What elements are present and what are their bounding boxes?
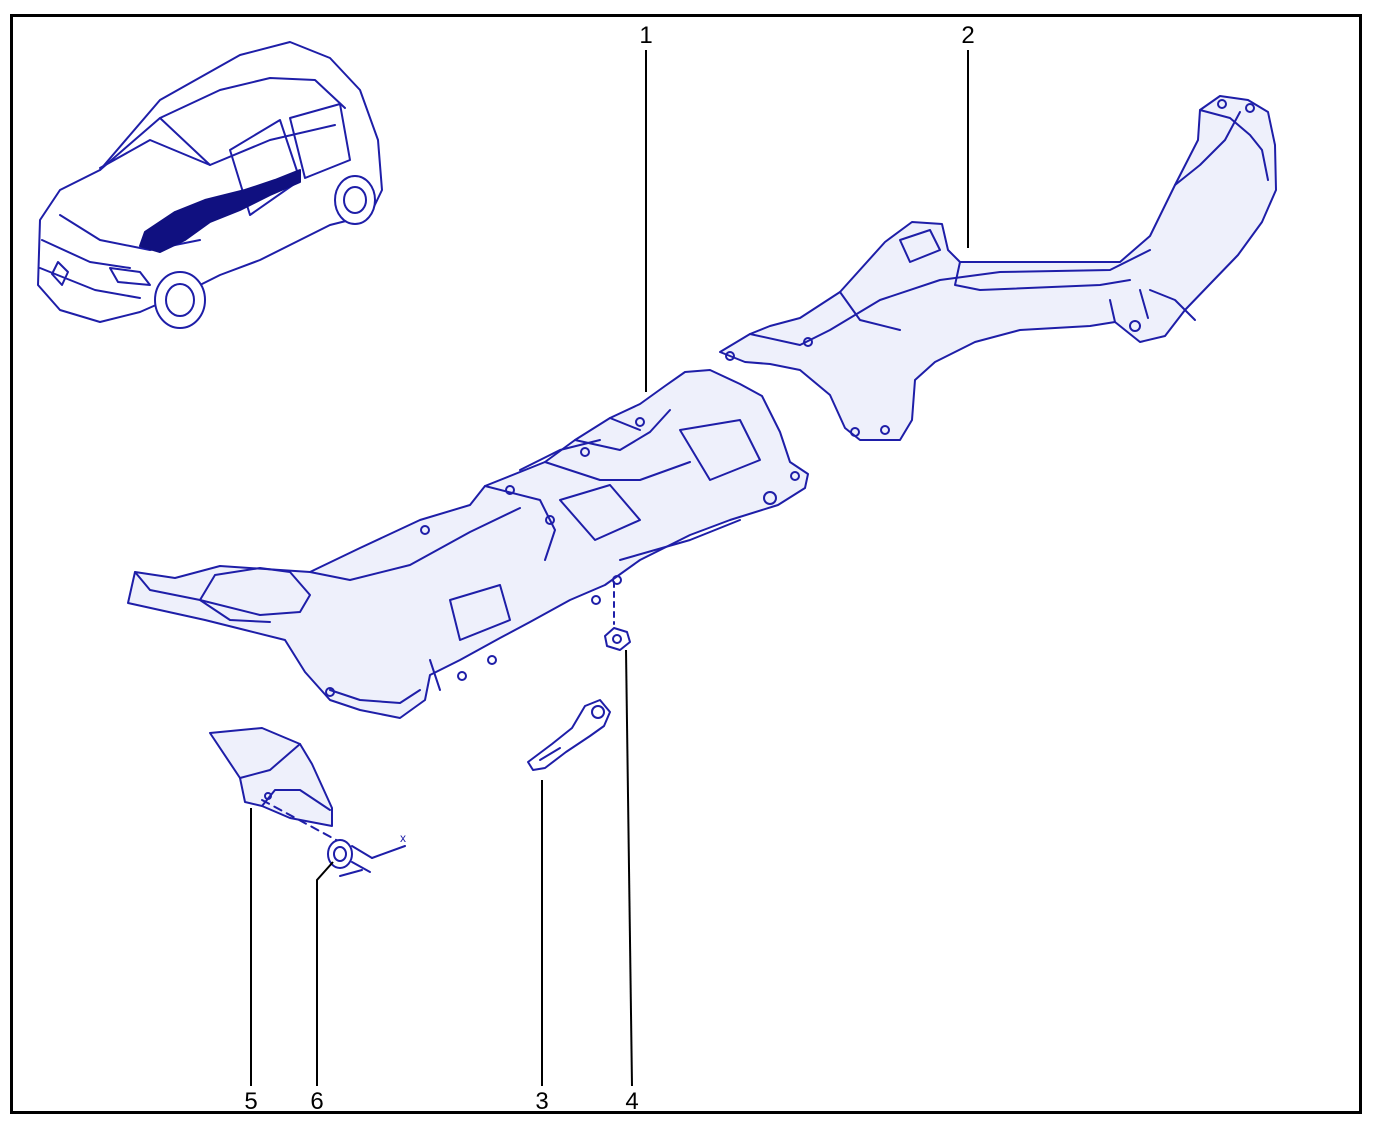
leader-line-4	[625, 649, 633, 1087]
callout-2: 2	[961, 22, 975, 49]
vehicle-location-thumbnail	[37, 41, 383, 329]
callout-1: 1	[639, 22, 653, 49]
callout-3: 3	[535, 1088, 549, 1115]
heat-shield-part-2	[719, 95, 1277, 441]
callout-5: 5	[244, 1088, 258, 1115]
small-shield-part-5	[209, 727, 341, 843]
bracket-part-3	[527, 699, 611, 771]
dimension-label: x	[400, 831, 406, 845]
exploded-parts-diagram: x	[37, 41, 1277, 1087]
heat-shield-part-1	[127, 369, 809, 719]
nut-part-4	[604, 581, 631, 651]
callout-4: 4	[625, 1088, 639, 1115]
callout-6: 6	[310, 1088, 324, 1115]
clip-part-6	[327, 839, 406, 877]
leader-line-6	[316, 861, 334, 1086]
